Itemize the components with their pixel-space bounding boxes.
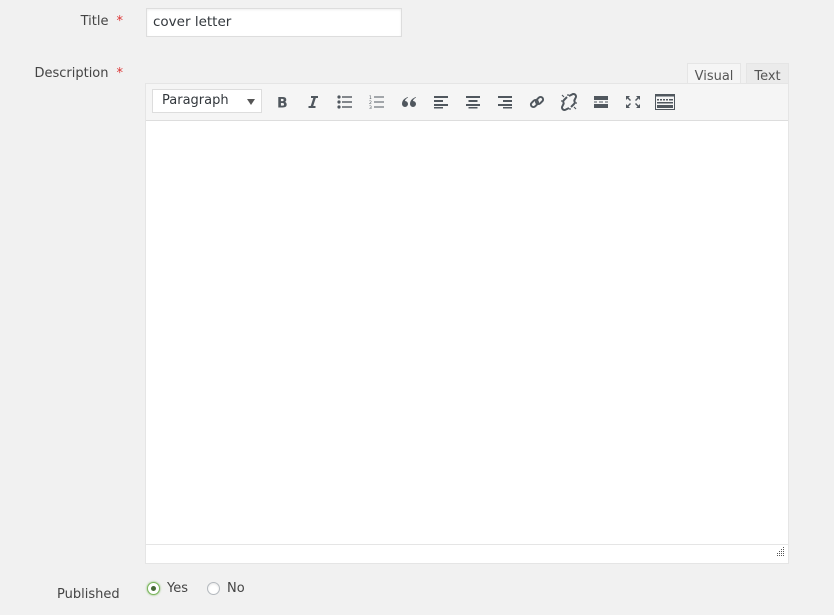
fullscreen-icon xyxy=(625,95,641,109)
read-more-icon xyxy=(593,96,609,108)
editor-toolbar: Paragraph B 123 xyxy=(146,84,788,121)
italic-button[interactable] xyxy=(301,90,325,114)
numbered-list-button[interactable]: 123 xyxy=(365,90,389,114)
title-label-text: Title xyxy=(80,14,109,29)
align-center-icon xyxy=(465,95,481,109)
italic-icon xyxy=(306,95,320,109)
format-select-value: Paragraph xyxy=(162,93,229,108)
link-icon xyxy=(529,94,545,110)
align-center-button[interactable] xyxy=(461,90,485,114)
numbered-list-icon: 123 xyxy=(369,95,385,109)
unlink-icon xyxy=(560,93,578,111)
read-more-button[interactable] xyxy=(589,90,613,114)
align-right-button[interactable] xyxy=(493,90,517,114)
published-yes-option[interactable]: Yes xyxy=(147,581,188,596)
editor-statusbar xyxy=(146,544,788,563)
bold-button[interactable]: B xyxy=(270,90,294,114)
published-no-radio[interactable] xyxy=(207,582,220,595)
align-left-button[interactable] xyxy=(429,90,453,114)
tab-visual[interactable]: Visual xyxy=(687,63,741,84)
editor-content-area[interactable] xyxy=(146,121,788,545)
align-right-icon xyxy=(497,95,513,109)
published-yes-label: Yes xyxy=(167,581,188,596)
published-label: Published xyxy=(57,587,120,602)
bold-icon: B xyxy=(275,95,289,110)
insert-link-button[interactable] xyxy=(525,90,549,114)
published-yes-radio[interactable] xyxy=(147,582,160,595)
remove-link-button[interactable] xyxy=(557,90,581,114)
quote-icon xyxy=(401,96,417,108)
svg-text:B: B xyxy=(277,96,288,110)
resize-handle-icon[interactable] xyxy=(776,545,785,560)
published-no-option[interactable]: No xyxy=(207,581,245,596)
fullscreen-button[interactable] xyxy=(621,90,645,114)
description-editor: Paragraph B 123 xyxy=(145,83,789,564)
keyboard-icon xyxy=(655,94,675,110)
required-mark: * xyxy=(116,66,124,81)
bulleted-list-button[interactable] xyxy=(333,90,357,114)
toolbar-toggle-button[interactable] xyxy=(653,90,677,114)
required-mark: * xyxy=(116,14,124,29)
description-label: Description * xyxy=(0,66,123,81)
title-input[interactable]: cover letter xyxy=(146,8,402,37)
title-label: Title * xyxy=(0,14,123,29)
tab-text[interactable]: Text xyxy=(746,63,789,84)
chevron-down-icon xyxy=(247,99,255,105)
align-left-icon xyxy=(433,95,449,109)
bulleted-list-icon xyxy=(337,95,353,109)
published-no-label: No xyxy=(227,581,245,596)
format-select[interactable]: Paragraph xyxy=(152,89,262,113)
svg-text:3: 3 xyxy=(369,105,372,109)
description-label-text: Description xyxy=(34,66,109,81)
blockquote-button[interactable] xyxy=(397,90,421,114)
